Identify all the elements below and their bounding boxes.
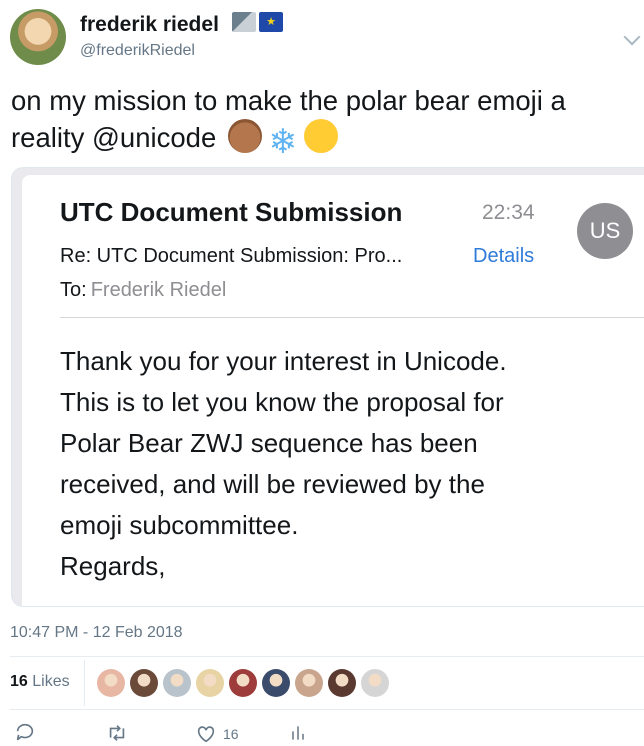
liker-avatar[interactable] xyxy=(361,669,389,697)
display-name[interactable]: frederik riedel xyxy=(80,13,219,37)
retweet-icon xyxy=(109,725,125,741)
like-count: 16 xyxy=(223,726,239,742)
liker-avatar[interactable] xyxy=(295,669,323,697)
divider xyxy=(10,709,644,710)
email-body-line: emoji subcommittee. xyxy=(60,510,299,540)
tweet-timestamp[interactable]: 10:47 PM - 12 Feb 2018 xyxy=(10,624,183,642)
email-screenshot: UTC Document Submission 22:34 US Re: UTC… xyxy=(22,175,644,606)
email-time: 22:34 xyxy=(482,201,535,224)
liker-avatar[interactable] xyxy=(262,669,290,697)
like-button[interactable]: 16 xyxy=(195,722,239,746)
liker-avatars xyxy=(97,669,389,697)
user-handle[interactable]: @frederikRiedel xyxy=(80,42,195,60)
divider xyxy=(84,660,85,706)
email-sender: UTC Document Submission xyxy=(60,197,403,227)
likes-number: 16 xyxy=(10,673,28,690)
liker-avatar[interactable] xyxy=(196,669,224,697)
email-body: Thank you for your interest in Unicode. … xyxy=(60,341,620,587)
heart-icon xyxy=(197,726,215,743)
heart-eyes-emoji xyxy=(303,119,338,153)
to-label: To: xyxy=(60,279,87,301)
email-body-line: This is to let you know the proposal for xyxy=(60,387,504,417)
details-link: Details xyxy=(473,245,535,267)
likes-label: Likes xyxy=(32,673,70,690)
liker-avatar[interactable] xyxy=(97,669,125,697)
liker-avatar[interactable] xyxy=(130,669,158,697)
attached-image[interactable]: UTC Document Submission 22:34 US Re: UTC… xyxy=(11,167,644,607)
tweet-header: frederik riedel ★ @frederikRiedel xyxy=(10,9,644,69)
liker-avatar[interactable] xyxy=(229,669,257,697)
divider xyxy=(60,317,644,318)
email-body-line: Regards, xyxy=(60,551,166,581)
tweet-actions: 16 xyxy=(0,722,644,746)
email-body-line: Thank you for your interest in Unicode. xyxy=(60,346,507,376)
divider xyxy=(10,656,644,657)
liker-avatar[interactable] xyxy=(328,669,356,697)
liker-avatar[interactable] xyxy=(163,669,191,697)
bar-chart-icon xyxy=(292,726,304,740)
analytics-button[interactable] xyxy=(288,722,308,746)
reply-button[interactable] xyxy=(14,722,36,746)
sender-avatar: US xyxy=(577,203,633,259)
to-name: Frederik Riedel xyxy=(90,279,227,301)
reply-icon xyxy=(16,723,34,741)
saxony-flag-icon xyxy=(232,12,256,32)
email-subject: Re: UTC Document Submission: Pro... xyxy=(60,245,403,267)
email-body-line: Polar Bear ZWJ sequence has been xyxy=(60,428,478,458)
email-body-line: received, and will be reviewed by the xyxy=(60,469,485,499)
snowflake-emoji: ❄ xyxy=(268,123,298,161)
bear-emoji xyxy=(227,119,262,153)
likes-count[interactable]: 16 Likes xyxy=(10,673,70,691)
avatar[interactable] xyxy=(10,9,66,65)
retweet-button[interactable] xyxy=(105,722,129,746)
email-recipient: To: Frederik Riedel xyxy=(60,279,226,302)
name-flags: ★ xyxy=(232,12,283,32)
chevron-down-icon[interactable] xyxy=(623,28,641,46)
tweet-text: on my mission to make the polar bear emo… xyxy=(11,82,641,159)
eu-flag-icon: ★ xyxy=(259,12,283,32)
